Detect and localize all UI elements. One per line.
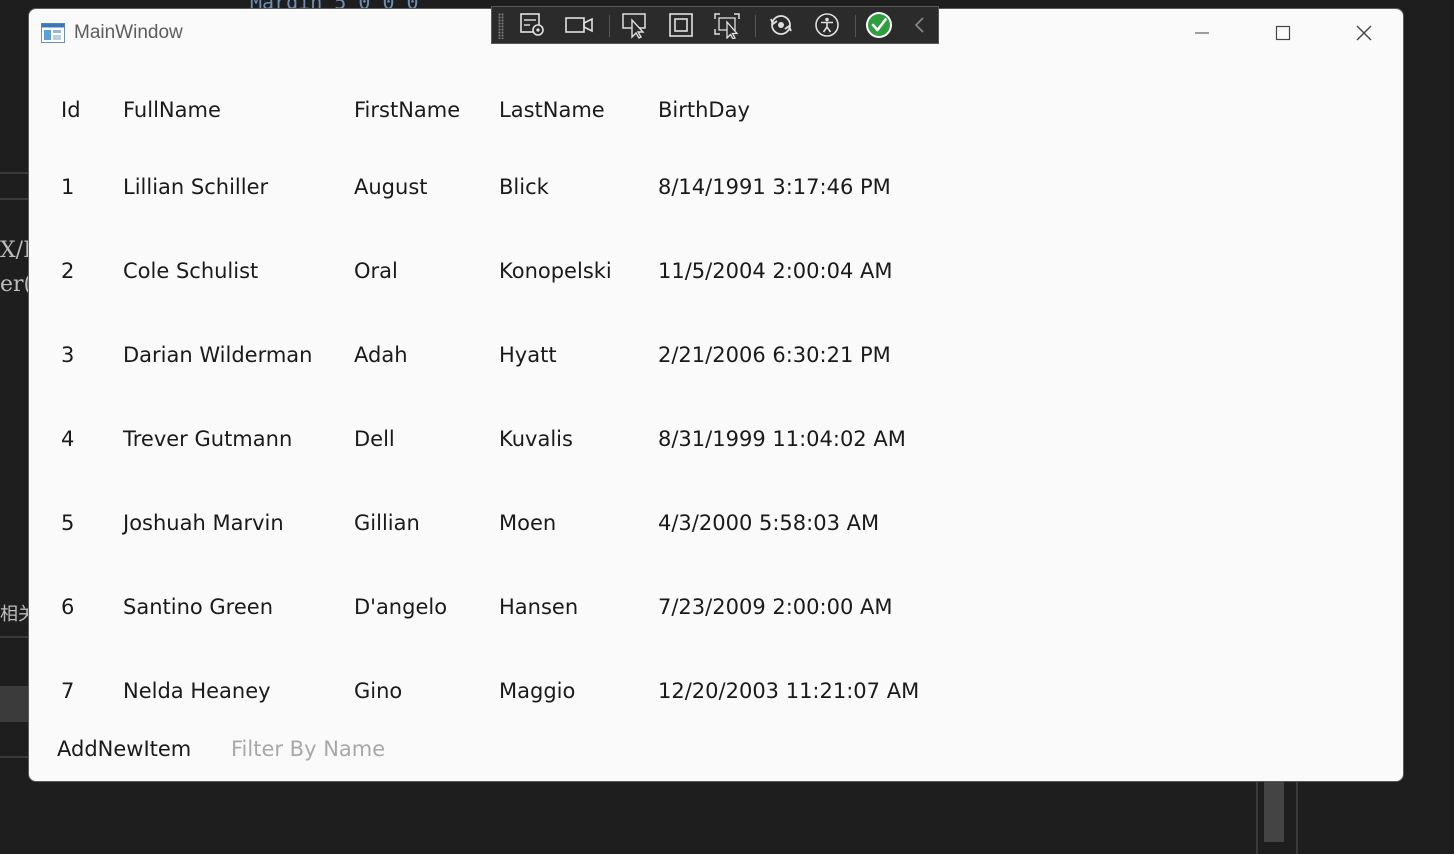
- close-button[interactable]: [1334, 13, 1394, 53]
- select-element-button[interactable]: [618, 9, 652, 41]
- cell-id: 5: [61, 511, 75, 535]
- video-camera-icon: [565, 17, 593, 33]
- filter-by-name-input[interactable]: [231, 731, 531, 767]
- check-circle-icon: [866, 12, 892, 38]
- toolbar-separator: [755, 15, 756, 37]
- background-divider: [0, 636, 28, 638]
- cell-birthday: 2/21/2006 6:30:21 PM: [658, 343, 891, 367]
- cell-id: 2: [61, 259, 75, 283]
- hot-reload-icon: [770, 15, 792, 35]
- cell-lastname: Moen: [499, 511, 557, 535]
- cell-fullname: Santino Green: [123, 595, 274, 619]
- live-visual-tree-button[interactable]: [516, 9, 550, 41]
- cell-firstname: Oral: [354, 259, 398, 283]
- chevron-left-icon: [914, 17, 924, 33]
- cell-birthday: 8/31/1999 11:04:02 AM: [658, 427, 906, 451]
- accessibility-checker-button[interactable]: [810, 9, 844, 41]
- column-header-fullname[interactable]: FullName: [123, 98, 221, 122]
- cell-firstname: D'angelo: [354, 595, 448, 619]
- cell-id: 4: [61, 427, 75, 451]
- minimize-button[interactable]: [1172, 13, 1232, 53]
- accessibility-icon: [815, 13, 839, 37]
- binding-status-button[interactable]: [862, 9, 896, 41]
- cell-fullname: Cole Schulist: [123, 259, 259, 283]
- hot-reload-button[interactable]: [764, 9, 798, 41]
- cell-lastname: Konopelski: [499, 259, 612, 283]
- cell-lastname: Blick: [499, 175, 549, 199]
- close-icon: [1356, 25, 1372, 41]
- cell-lastname: Hansen: [499, 595, 579, 619]
- cell-lastname: Maggio: [499, 679, 576, 703]
- background-divider: [0, 198, 28, 200]
- cell-lastname: Hyatt: [499, 343, 557, 367]
- main-window: MainWindow Id FullName FirstName LastNam…: [28, 8, 1404, 782]
- cell-fullname: Trever Gutmann: [123, 427, 293, 451]
- minimize-icon: [1195, 32, 1209, 34]
- layout-adorner-icon: [669, 13, 693, 37]
- cell-id: 1: [61, 175, 75, 199]
- column-header-firstname[interactable]: FirstName: [354, 98, 460, 122]
- cell-birthday: 12/20/2003 11:21:07 AM: [658, 679, 920, 703]
- cell-fullname: Lillian Schiller: [123, 175, 269, 199]
- display-layout-adorners-button[interactable]: [664, 9, 698, 41]
- column-header-id[interactable]: Id: [61, 98, 81, 122]
- toolbar-grip-handle[interactable]: [498, 13, 504, 39]
- cell-fullname: Nelda Heaney: [123, 679, 271, 703]
- cell-firstname: August: [354, 175, 428, 199]
- column-header-birthday[interactable]: BirthDay: [658, 98, 750, 122]
- track-focus-icon: [714, 13, 740, 39]
- background-divider: [1296, 780, 1298, 854]
- cell-lastname: Kuvalis: [499, 427, 573, 451]
- background-divider: [0, 172, 28, 174]
- app-window-icon: [41, 23, 65, 43]
- collapse-toolbar-button[interactable]: [906, 9, 934, 41]
- window-title: MainWindow: [74, 22, 183, 43]
- debug-toolbar: [491, 6, 939, 44]
- cell-firstname: Adah: [354, 343, 408, 367]
- cell-id: 7: [61, 679, 75, 703]
- column-header-lastname[interactable]: LastName: [499, 98, 605, 122]
- cell-birthday: 4/3/2000 5:58:03 AM: [658, 511, 880, 535]
- toolbar-separator: [855, 15, 856, 37]
- track-focused-element-button[interactable]: [710, 9, 744, 41]
- maximize-icon: [1275, 25, 1291, 41]
- cell-firstname: Gino: [354, 679, 403, 703]
- maximize-button[interactable]: [1253, 13, 1313, 53]
- record-video-button[interactable]: [562, 9, 596, 41]
- cell-id: 3: [61, 343, 75, 367]
- cell-birthday: 8/14/1991 3:17:46 PM: [658, 175, 891, 199]
- background-block: [0, 686, 28, 722]
- cell-id: 6: [61, 595, 75, 619]
- cell-birthday: 7/23/2009 2:00:00 AM: [658, 595, 893, 619]
- background-divider: [0, 756, 28, 758]
- background-divider: [1256, 780, 1258, 854]
- cell-fullname: Joshuah Marvin: [123, 511, 284, 535]
- cell-firstname: Dell: [354, 427, 395, 451]
- background-scrollbar: [1264, 780, 1284, 842]
- cell-birthday: 11/5/2004 2:00:04 AM: [658, 259, 893, 283]
- add-new-item-button[interactable]: AddNewItem: [57, 737, 191, 761]
- select-element-icon: [622, 13, 646, 39]
- toolbar-separator: [609, 15, 610, 37]
- visual-tree-icon: [520, 13, 544, 36]
- cell-firstname: Gillian: [354, 511, 420, 535]
- cell-fullname: Darian Wilderman: [123, 343, 313, 367]
